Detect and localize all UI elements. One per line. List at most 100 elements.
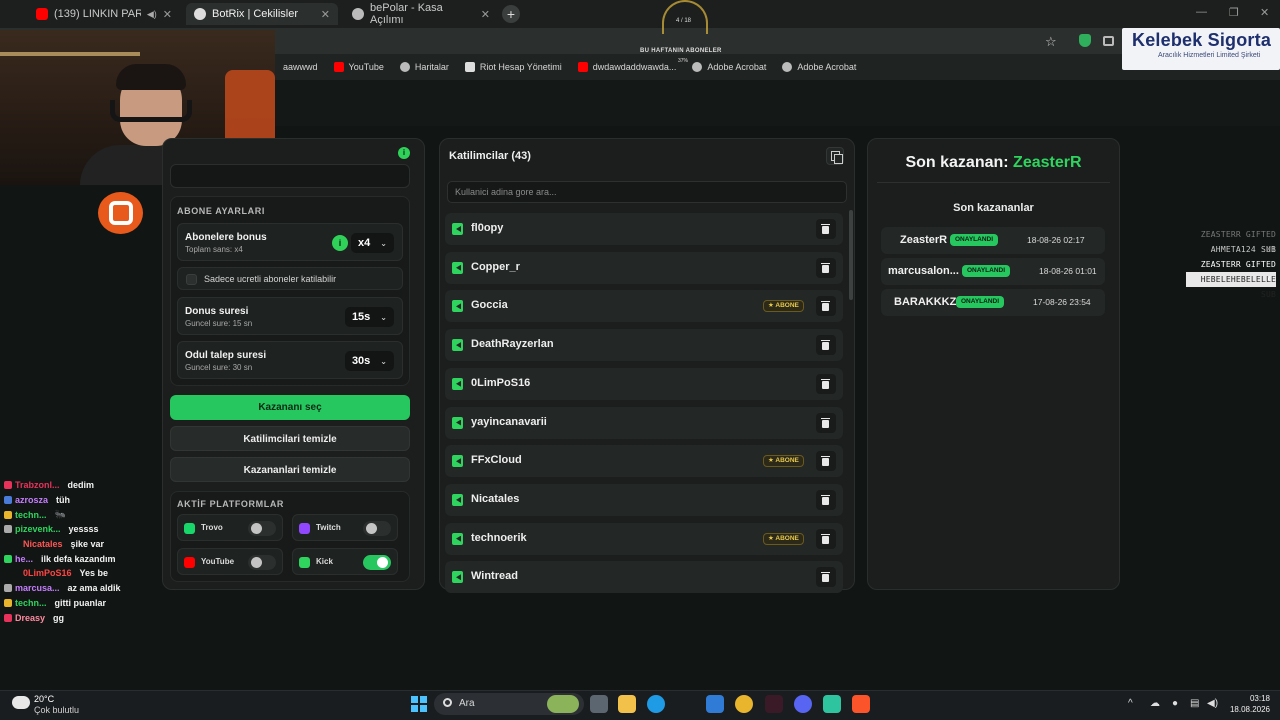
mail-icon[interactable] bbox=[706, 695, 724, 713]
new-tab-button[interactable]: + bbox=[502, 5, 520, 23]
duration-select[interactable]: 15s ⌄ bbox=[344, 307, 394, 327]
chat-text: ilk defa kazandım bbox=[41, 553, 116, 564]
brave-icon[interactable] bbox=[852, 695, 870, 713]
chat-message: Dreasy gg bbox=[4, 610, 164, 625]
trash-icon[interactable] bbox=[816, 489, 836, 510]
participant-search-input[interactable]: Kullanici adina gore ara... bbox=[447, 181, 847, 203]
windows-start-icon[interactable] bbox=[411, 696, 427, 712]
bonus-select[interactable]: x4 ⌄ bbox=[351, 233, 394, 253]
participant-row[interactable]: 0LimPoS16 bbox=[445, 367, 843, 400]
trash-icon[interactable] bbox=[816, 451, 836, 472]
chat-badge-icon bbox=[4, 584, 12, 593]
bookmark-item[interactable]: YouTube bbox=[333, 62, 384, 72]
participant-row[interactable]: DeathRayzerlan bbox=[445, 329, 843, 362]
chat-username: techn... bbox=[15, 509, 47, 520]
tab-linkin-park[interactable]: (139) LINKIN PARK - GREAT ◀) ✕ bbox=[28, 3, 180, 25]
headset bbox=[110, 100, 192, 122]
onedrive-icon[interactable]: ☁ bbox=[1150, 698, 1160, 709]
scrollbar[interactable] bbox=[849, 210, 853, 300]
trash-icon[interactable] bbox=[816, 219, 836, 239]
participant-row[interactable]: yayincanavarii bbox=[445, 406, 843, 439]
winner-row[interactable]: ZeasterR ONAYLANDI 18-08-26 02:17 bbox=[881, 227, 1105, 254]
chat-text: az ama aldik bbox=[67, 583, 121, 594]
maximize-icon[interactable]: ❐ bbox=[1229, 6, 1239, 19]
kick-icon bbox=[299, 557, 310, 568]
copy-icon[interactable] bbox=[826, 147, 844, 165]
close-window-icon[interactable]: ✕ bbox=[1260, 6, 1269, 19]
participant-row[interactable]: fl0opy bbox=[445, 213, 843, 245]
youtube-icon bbox=[36, 8, 48, 20]
bookmark-item[interactable]: Haritalar bbox=[399, 62, 449, 72]
tab-bepolar[interactable]: bePolar - Kasa Açılımı ✕ bbox=[344, 2, 498, 26]
app-icon[interactable] bbox=[765, 695, 783, 713]
info-icon[interactable]: i bbox=[332, 235, 348, 251]
discord-icon[interactable] bbox=[794, 695, 812, 713]
close-icon[interactable]: ✕ bbox=[163, 8, 172, 21]
chat-message: he... ilk defa kazandım bbox=[4, 551, 164, 566]
star-icon[interactable]: ☆ bbox=[1045, 34, 1057, 50]
claim-select[interactable]: 30s ⌄ bbox=[344, 351, 394, 371]
participant-row[interactable]: Wintread bbox=[445, 561, 843, 594]
cloud-icon[interactable] bbox=[12, 696, 30, 709]
participants-title: Katilimcilar (43) bbox=[449, 150, 531, 162]
chat-text: Yes be bbox=[79, 568, 109, 579]
edge-icon[interactable] bbox=[647, 695, 665, 713]
microphone-icon[interactable]: ● bbox=[1172, 698, 1178, 709]
network-icon[interactable]: ▤ bbox=[1190, 698, 1199, 709]
shelf bbox=[0, 52, 140, 56]
shield-icon[interactable] bbox=[1079, 34, 1091, 47]
taskbar-clock[interactable]: 03:18 18.08.2026 bbox=[1224, 693, 1270, 715]
chat-badge-icon bbox=[4, 613, 12, 622]
close-icon[interactable]: ✕ bbox=[481, 8, 490, 21]
pick-winner-button[interactable]: Kazananı seç bbox=[170, 395, 410, 420]
minimize-icon[interactable]: — bbox=[1196, 6, 1207, 18]
twitch-toggle[interactable] bbox=[363, 521, 391, 536]
trash-icon[interactable] bbox=[816, 335, 836, 356]
participant-row[interactable]: technoerik ★ ABONE bbox=[445, 522, 843, 555]
winner-row[interactable]: marcusalon... ONAYLANDI 18-08-26 01:01 bbox=[881, 258, 1105, 285]
giveaway-input[interactable] bbox=[170, 164, 410, 188]
kick-icon bbox=[452, 223, 463, 235]
chrome-icon[interactable] bbox=[735, 695, 753, 713]
bookmark-item[interactable]: aawwwd bbox=[283, 62, 318, 72]
participant-row[interactable]: Nicatales bbox=[445, 483, 843, 516]
volume-icon[interactable]: ◀) bbox=[1207, 698, 1218, 709]
chat-username: azrosza bbox=[15, 495, 49, 506]
info-icon[interactable]: i bbox=[398, 147, 410, 159]
speaker-icon[interactable]: ◀) bbox=[147, 9, 157, 20]
trash-icon[interactable] bbox=[816, 373, 836, 394]
bookmark-item[interactable]: Adobe Acrobat bbox=[692, 62, 766, 72]
trash-icon[interactable] bbox=[816, 567, 836, 588]
bookmark-item[interactable]: Riot Hesap Yönetimi bbox=[464, 62, 562, 72]
participant-row[interactable]: FFxCloud ★ ABONE bbox=[445, 445, 843, 478]
trash-icon[interactable] bbox=[816, 257, 836, 278]
participant-row[interactable]: Goccia ★ ABONE bbox=[445, 290, 843, 323]
youtube-toggle[interactable] bbox=[248, 555, 276, 570]
bookmark-label: aawwwd bbox=[283, 62, 318, 72]
search-icon bbox=[443, 698, 452, 707]
weather-desc[interactable]: Çok bulutlu bbox=[34, 705, 79, 715]
participant-row[interactable]: Copper_r bbox=[445, 251, 843, 284]
weather-temp[interactable]: 20°C bbox=[34, 694, 54, 704]
chevron-up-icon[interactable]: ^ bbox=[1128, 698, 1133, 709]
trash-icon[interactable] bbox=[816, 296, 836, 317]
winner-row[interactable]: BARAKKKZ ONAYLANDI 17-08-26 23:54 bbox=[881, 289, 1105, 316]
clear-winners-button[interactable]: Kazananlari temizle bbox=[170, 457, 410, 482]
clear-participants-button[interactable]: Katilimcilari temizle bbox=[170, 426, 410, 451]
paid-only-checkbox[interactable] bbox=[186, 274, 197, 285]
app-icon[interactable] bbox=[823, 695, 841, 713]
bookmark-item[interactable]: dwdawdaddwawda... bbox=[577, 62, 676, 72]
trash-icon[interactable] bbox=[816, 528, 836, 549]
bookmark-item[interactable]: Adobe Acrobat bbox=[782, 62, 856, 72]
kick-icon bbox=[452, 261, 463, 274]
trash-icon[interactable] bbox=[816, 412, 836, 433]
participant-name: Copper_r bbox=[471, 260, 520, 273]
trovo-toggle[interactable] bbox=[248, 521, 276, 536]
close-icon[interactable]: ✕ bbox=[321, 8, 330, 21]
kick-toggle[interactable] bbox=[363, 555, 391, 570]
extension-icon[interactable] bbox=[1103, 36, 1114, 46]
paid-only-row[interactable]: Sadece ucretli aboneler katilabilir bbox=[177, 267, 403, 290]
tab-botrix[interactable]: BotRix | Cekilisler ✕ bbox=[186, 3, 338, 25]
task-view-icon[interactable] bbox=[590, 695, 608, 713]
file-explorer-icon[interactable] bbox=[618, 695, 636, 713]
